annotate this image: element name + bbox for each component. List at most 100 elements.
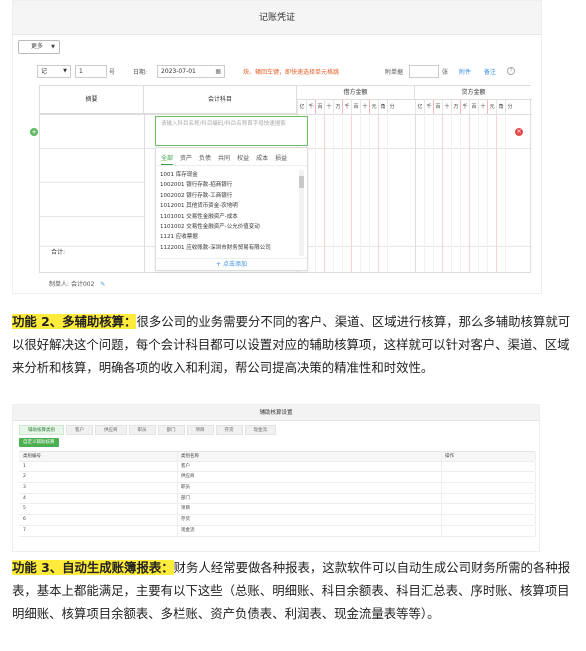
table-cell: 现金流 (181, 527, 195, 533)
aux-tab[interactable]: 职员 (128, 425, 156, 435)
attachment-link[interactable]: 附件 (459, 67, 471, 76)
table-cell: 操作 (445, 454, 454, 459)
aux-tab[interactable]: 部门 (157, 425, 185, 435)
column-separator (177, 461, 178, 472)
aux-tab[interactable]: 客户 (66, 425, 93, 435)
debit-digit-header: 十 (324, 100, 333, 114)
account-option[interactable]: 1002002 银行存款-工商银行 (160, 191, 300, 201)
column-separator (177, 515, 178, 525)
credit-digit-header: 元 (487, 100, 496, 114)
attachments-label: 附单据 (385, 69, 404, 76)
column-separator (177, 483, 178, 493)
more-button[interactable]: 更多 ▼ (18, 40, 60, 54)
table-row[interactable]: 2 供应商 (19, 472, 536, 484)
maker-info: 制单人: 会计002 ✎ (49, 279, 105, 288)
column-separator (441, 461, 442, 472)
digit-gridline (369, 114, 370, 272)
account-option[interactable]: 1002001 银行存款-招商银行 (160, 180, 300, 190)
column-separator (177, 452, 178, 461)
account-option[interactable]: 1012001 其他货币资金-农地明 (160, 201, 300, 211)
feature-2-paragraph: 功能 2、多辅助核算：很多公司的业务需要分不同的客户、渠道、区域进行核算，那么多… (12, 310, 576, 379)
calendar-icon[interactable]: ▦ (215, 66, 221, 77)
account-tab[interactable]: 成本 (256, 153, 268, 165)
table-cell: 类别名称 (181, 454, 199, 459)
aux-tabs: 辅助核算类别 客户 供应商 职员 部门 项目 存货 现金流 (19, 425, 276, 435)
aux-title: 辅助核算设置 (13, 405, 539, 421)
account-option[interactable]: 1101002 交易性金融资产-公允价值变动 (160, 222, 300, 232)
table-cell: 职员 (181, 485, 190, 491)
aux-tab[interactable]: 辅助核算类别 (19, 425, 64, 435)
help-icon[interactable]: ? (507, 67, 515, 75)
custom-aux-button[interactable]: 自定义辅助核算 (19, 438, 59, 447)
credit-digit-header: 角 (496, 100, 505, 114)
table-row[interactable]: 4 部门 (19, 493, 536, 505)
column-separator (441, 515, 442, 525)
account-tab[interactable]: 权益 (237, 153, 249, 165)
aux-tab[interactable]: 供应商 (95, 425, 127, 435)
aux-tab[interactable]: 存货 (215, 425, 243, 435)
digit-gridline (469, 114, 470, 272)
table-row[interactable]: 6 存货 (19, 515, 536, 526)
voucher-number-input[interactable]: 1 (75, 65, 107, 78)
aux-tab[interactable]: 项目 (186, 425, 214, 435)
column-separator (441, 493, 442, 504)
feature-2-heading: 功能 2、多辅助核算： (12, 314, 137, 329)
chevron-down-icon: ▼ (63, 68, 67, 74)
table-cell: 部门 (181, 495, 190, 501)
table-row[interactable]: 5 项目 (19, 504, 536, 516)
account-tab[interactable]: 损益 (275, 153, 287, 165)
debit-digit-header: 角 (378, 100, 387, 114)
digit-gridline (442, 114, 443, 272)
table-row[interactable]: 1 客户 (19, 461, 536, 473)
shortcut-hint: 炔、辕回车键，即快速选择单元格跳 (243, 69, 340, 76)
debit-digit-header: 元 (369, 100, 378, 114)
column-separator (535, 493, 536, 504)
account-option[interactable]: 1001 库存现金 (160, 170, 300, 180)
attachments-unit: 张 (442, 69, 449, 76)
credit-digit-header: 十 (478, 100, 487, 114)
account-tab[interactable]: 资产 (180, 153, 192, 165)
digit-gridline (478, 114, 479, 272)
account-search-input[interactable]: 请输入科目名称/科目编码/科目名称首字母快速搜索 (155, 116, 308, 146)
attachments-count-input[interactable] (409, 65, 439, 78)
feature-3-heading: 功能 3、自动生成账簿报表： (12, 560, 174, 575)
table-row[interactable]: 7 现金流 (19, 525, 536, 537)
column-header-account: 会计科目 (144, 86, 297, 114)
voucher-word-select[interactable]: 记 ▼ (37, 65, 71, 78)
edit-icon[interactable]: ✎ (100, 281, 105, 288)
account-option[interactable]: 1121 应收票据 (160, 232, 300, 242)
chevron-down-icon: ▼ (51, 44, 55, 50)
credit-digit-header: 百 (433, 100, 442, 114)
column-separator (177, 504, 178, 515)
date-input[interactable]: 2023-07-01 ▦ (157, 65, 225, 78)
column-separator (177, 472, 178, 483)
table-cell: 7 (23, 527, 26, 533)
row-divider (40, 182, 144, 183)
table-row[interactable]: 3 职员 (19, 483, 536, 494)
voucher-title: 记账凭证 (13, 1, 541, 35)
note-link[interactable]: 备注 (484, 67, 496, 76)
column-header-debit: 借方金额 (297, 86, 415, 100)
add-row-icon[interactable]: + (30, 128, 38, 136)
account-tab[interactable]: 全部 (161, 153, 174, 165)
account-option[interactable]: 1122001 应收账款-深圳市财务贸易有限公司 (160, 243, 300, 253)
aux-tab[interactable]: 现金流 (244, 425, 276, 435)
scrollbar[interactable] (299, 170, 304, 256)
account-list: 1001 库存现金 1002001 银行存款-招商银行 1002002 银行存款-工… (160, 170, 300, 253)
table-cell: 项目 (181, 506, 190, 512)
voucher-word-value: 记 (41, 68, 48, 75)
account-tab[interactable]: 共同 (218, 153, 230, 165)
column-header-credit: 贷方金额 (415, 86, 532, 100)
column-separator (441, 452, 442, 461)
row-divider (40, 216, 144, 217)
account-tab[interactable]: 负债 (199, 153, 211, 165)
scrollbar-thumb[interactable] (299, 176, 304, 188)
add-account-link[interactable]: + 点击添加 (156, 258, 307, 270)
digit-gridline (333, 114, 334, 272)
debit-digit-header: 十 (360, 100, 369, 114)
account-option[interactable]: 1101001 交易性金融资产-成本 (160, 212, 300, 222)
more-button-label: 更多 (31, 43, 44, 50)
table-cell: 6 (23, 517, 26, 523)
column-separator (441, 472, 442, 483)
credit-digit-headers: 亿千百十万千百十元角分 (415, 100, 514, 114)
